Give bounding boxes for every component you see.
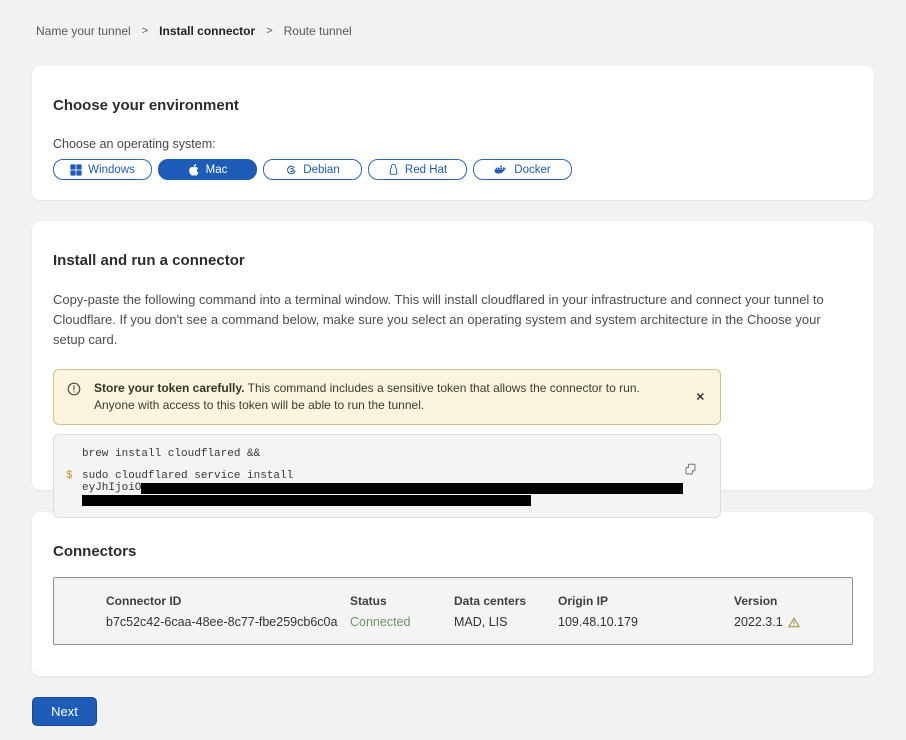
os-button-group: Windows Mac Debian	[53, 159, 853, 180]
windows-icon	[70, 164, 82, 176]
warning-bold-text: Store your token carefully.	[94, 381, 245, 395]
os-button-label: Mac	[206, 164, 228, 176]
column-header-data-centers: Data centers	[454, 594, 558, 608]
breadcrumb-route-tunnel[interactable]: Route tunnel	[284, 24, 352, 38]
token-warning-banner: Store your token carefully. This command…	[53, 369, 721, 425]
os-button-label: Docker	[514, 164, 550, 176]
os-button-mac[interactable]: Mac	[158, 159, 257, 180]
os-select-label: Choose an operating system:	[53, 137, 853, 151]
copy-icon[interactable]	[682, 461, 699, 481]
environment-card-title: Choose your environment	[53, 97, 853, 114]
os-button-label: Red Hat	[405, 164, 447, 176]
alert-circle-icon	[67, 382, 81, 401]
data-centers-value: MAD, LIS	[454, 615, 558, 629]
os-button-red-hat[interactable]: Red Hat	[368, 159, 467, 180]
install-description: Copy-paste the following command into a …	[53, 290, 853, 350]
shell-prompt: $	[54, 470, 82, 483]
breadcrumb-name-your-tunnel[interactable]: Name your tunnel	[36, 24, 131, 38]
breadcrumb-separator: >	[266, 25, 272, 37]
status-badge: Connected	[350, 615, 454, 629]
code-gutter	[54, 448, 82, 461]
os-button-docker[interactable]: Docker	[473, 159, 572, 180]
connectors-card-title: Connectors	[53, 543, 853, 560]
token-prefix: eyJhIjoiO	[82, 482, 141, 495]
choose-environment-card: Choose your environment Choose an operat…	[32, 66, 874, 200]
redhat-penguin-icon	[388, 163, 399, 176]
install-command-code-block: brew install cloudflared && $ sudo cloud…	[53, 434, 721, 518]
os-button-label: Windows	[88, 164, 135, 176]
version-value: 2022.3.1	[734, 615, 842, 629]
breadcrumb-install-connector[interactable]: Install connector	[159, 24, 255, 38]
os-button-debian[interactable]: Debian	[263, 159, 362, 180]
connector-id-value: b7c52c42-6caa-48ee-8c77-fbe259cb6c0a	[106, 615, 350, 629]
column-header-connector-id: Connector ID	[106, 594, 350, 608]
docker-whale-icon	[494, 164, 508, 175]
connectors-card: Connectors Connector ID Status Data cent…	[32, 512, 874, 676]
breadcrumb: Name your tunnel > Install connector > R…	[32, 0, 874, 38]
version-number: 2022.3.1	[734, 615, 783, 629]
debian-icon	[285, 164, 297, 176]
next-button[interactable]: Next	[32, 697, 97, 726]
connectors-table: Connector ID Status Data centers Origin …	[53, 577, 853, 645]
install-connector-card: Install and run a connector Copy-paste t…	[32, 221, 874, 490]
code-line-brew: brew install cloudflared &&	[82, 448, 260, 461]
column-header-version: Version	[734, 594, 842, 608]
redacted-token-bar	[82, 495, 531, 506]
column-header-status: Status	[350, 594, 454, 608]
origin-ip-value: 109.48.10.179	[558, 615, 734, 629]
os-button-windows[interactable]: Windows	[53, 159, 152, 180]
apple-icon	[188, 163, 200, 176]
breadcrumb-separator: >	[142, 25, 148, 37]
redacted-token-bar	[141, 483, 683, 494]
tunnel-setup-page: Name your tunnel > Install connector > R…	[0, 0, 906, 726]
column-header-origin-ip: Origin IP	[558, 594, 734, 608]
close-icon[interactable]: ✕	[692, 387, 709, 408]
install-card-title: Install and run a connector	[53, 252, 853, 269]
warning-triangle-icon	[788, 617, 800, 628]
os-button-label: Debian	[303, 164, 339, 176]
